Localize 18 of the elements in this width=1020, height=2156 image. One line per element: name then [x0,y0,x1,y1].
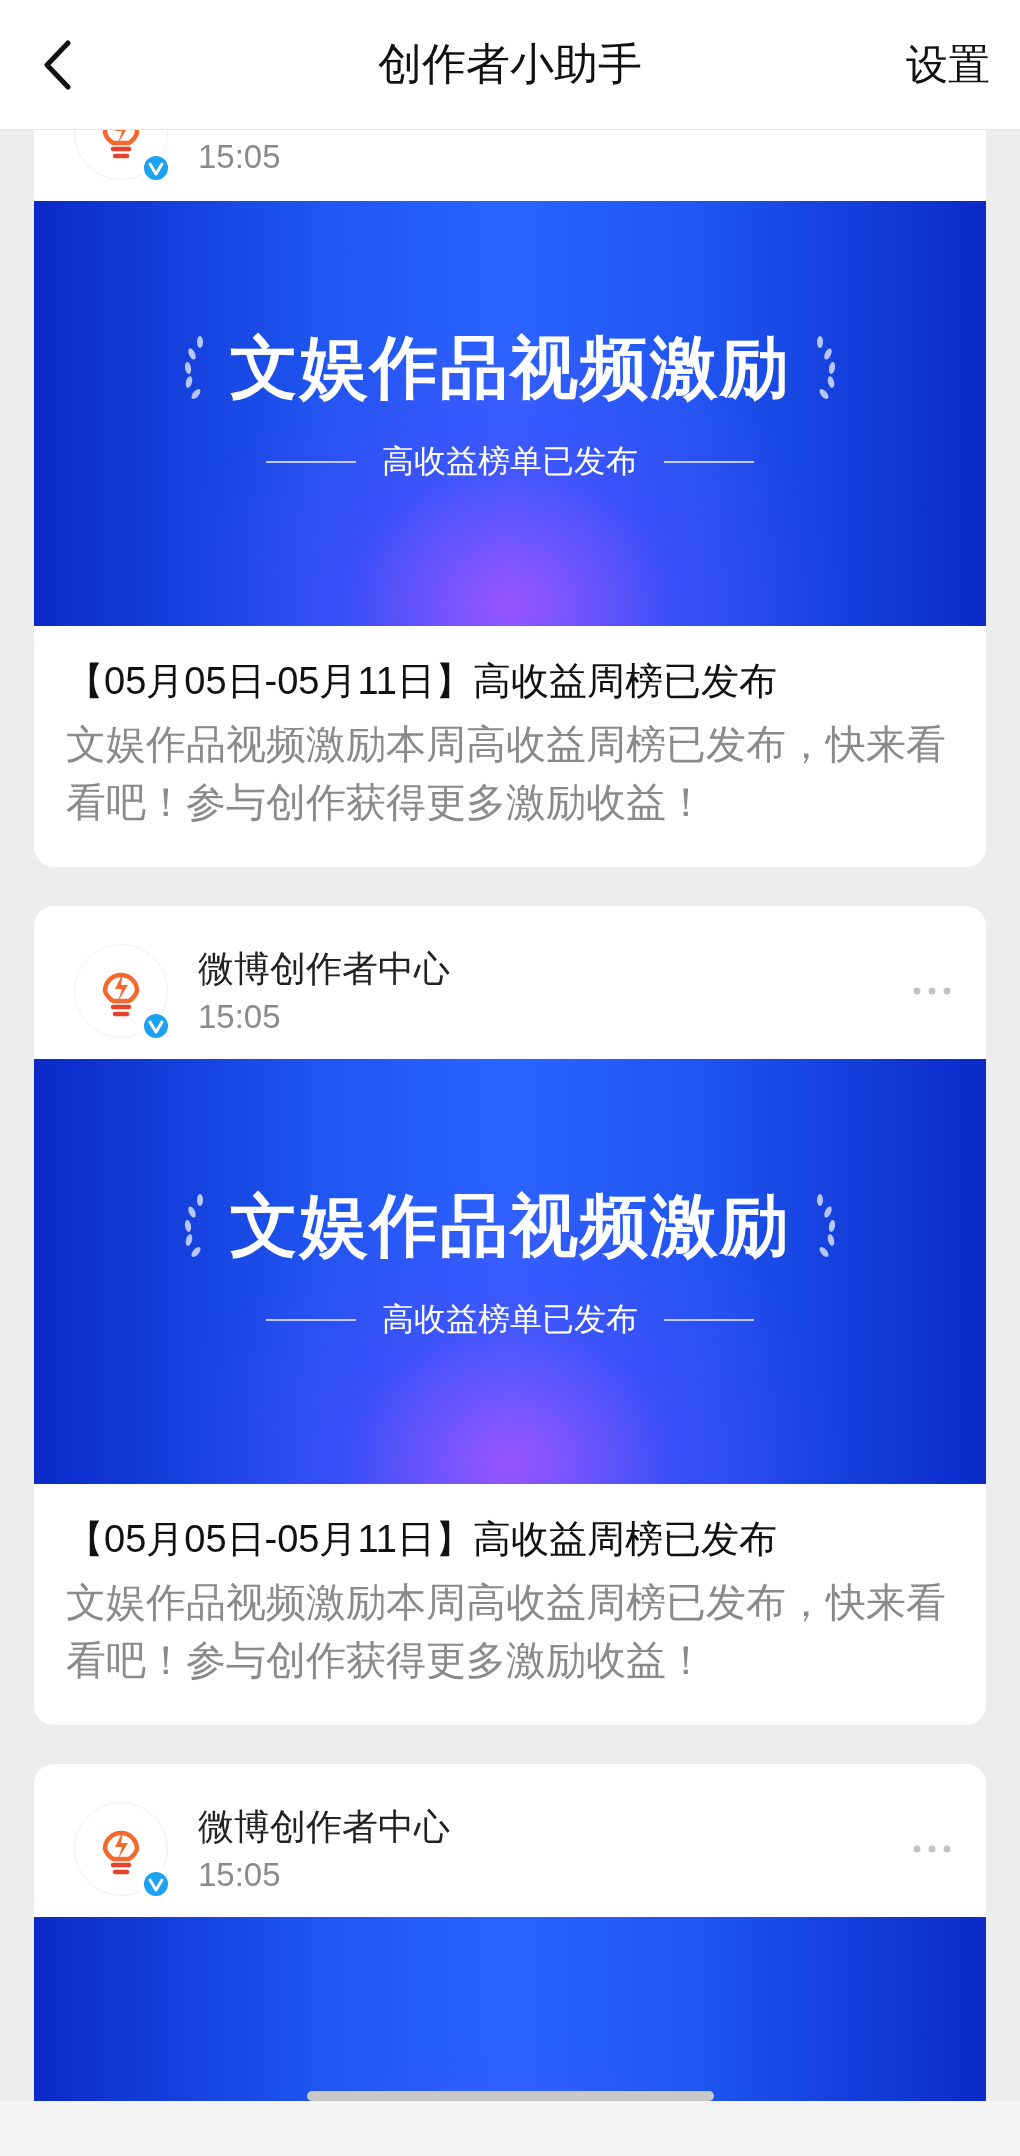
banner-title: 文娱作品视频激励 [230,328,790,407]
message-time: 15:05 [198,1856,282,1894]
promo-banner[interactable]: 文娱作品视频激励 高收益榜单已发布 [34,201,986,626]
message-headline: 【05月05日-05月11日】高收益周榜已发布 [66,659,778,704]
banner-title: 文娱作品视频激励 [230,1186,790,1265]
promo-banner[interactable]: 文娱作品视频激励 高收益榜单已发布 [34,1059,986,1484]
sender-name: 微博创作者中心 [198,947,450,991]
message-summary: 文娱作品视频激励本周高收益周榜已发布，快来看看吧！参与创作获得更多激励收益！ [66,721,947,826]
banner-subtitle: 高收益榜单已发布 [382,1300,638,1339]
page-title: 创作者小助手 [378,38,642,90]
message-time: 15:05 [198,137,281,176]
message-time: 15:05 [198,998,282,1036]
message-summary: 文娱作品视频激励本周高收益周榜已发布，快来看看吧！参与创作获得更多激励收益！ [66,1579,947,1684]
banner-subtitle: 高收益榜单已发布 [382,442,638,481]
sender-name: 微博创作者中心 [198,1805,450,1849]
settings-button[interactable]: 设置 [900,30,996,99]
message-headline: 【05月05日-05月11日】高收益周榜已发布 [66,1517,778,1562]
back-icon[interactable] [42,39,72,90]
